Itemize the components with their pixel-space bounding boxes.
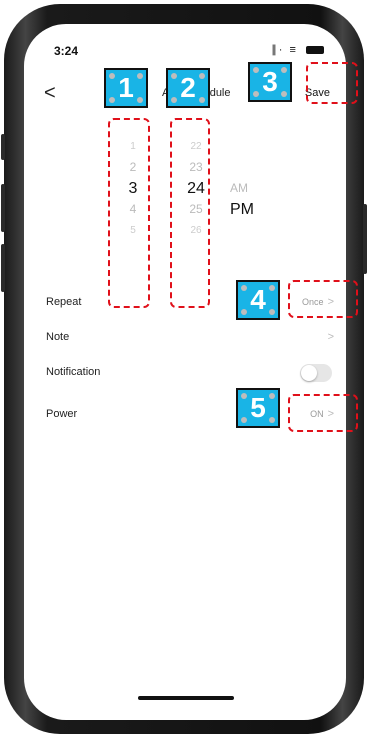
- ampm-selected[interactable]: PM: [230, 199, 260, 220]
- volume-up-button: [1, 184, 5, 232]
- notification-label: Notification: [46, 366, 101, 378]
- back-icon[interactable]: <: [44, 82, 56, 105]
- highlight-repeat-value: [288, 280, 358, 318]
- phone-frame: 3:24 ∥· ≡ < Add Schedule Save 1 2 3 4 5 …: [1, 4, 367, 734]
- ampm-option[interactable]: AM: [230, 178, 260, 199]
- status-icons: ∥· ≡: [271, 43, 324, 56]
- annotation-badge-5: 5: [236, 388, 280, 428]
- notification-toggle[interactable]: [300, 364, 332, 382]
- badge-number: 3: [262, 66, 278, 97]
- status-bar: 3:24 ∥· ≡: [24, 24, 346, 60]
- home-indicator: [138, 696, 234, 700]
- highlight-hour-picker: [108, 118, 150, 308]
- wifi-icon: ≡: [289, 44, 298, 56]
- highlight-power-value: [288, 394, 358, 432]
- power-side-button: [363, 204, 367, 274]
- badge-number: 4: [250, 284, 266, 315]
- ampm-picker[interactable]: AM PM: [230, 178, 260, 220]
- badge-number: 5: [250, 392, 266, 423]
- mute-switch: [1, 134, 5, 160]
- annotation-badge-4: 4: [236, 280, 280, 320]
- highlight-save-button: [306, 62, 358, 104]
- note-row[interactable]: Note >: [24, 321, 346, 355]
- highlight-minute-picker: [170, 118, 210, 308]
- repeat-label: Repeat: [46, 296, 82, 308]
- annotation-badge-1: 1: [104, 68, 148, 108]
- power-label: Power: [46, 408, 78, 420]
- badge-number: 1: [118, 72, 134, 103]
- annotation-badge-2: 2: [166, 68, 210, 108]
- annotation-badge-3: 3: [248, 62, 292, 102]
- volume-down-button: [1, 244, 5, 292]
- notification-row: Notification: [24, 356, 346, 390]
- badge-number: 2: [180, 72, 196, 103]
- toggle-knob: [301, 365, 317, 381]
- signal-icon: ∥·: [271, 44, 285, 56]
- chevron-right-icon: >: [327, 331, 334, 343]
- note-value[interactable]: >: [324, 331, 334, 343]
- battery-icon: [306, 46, 324, 55]
- status-time: 3:24: [54, 44, 79, 58]
- note-label: Note: [46, 331, 70, 343]
